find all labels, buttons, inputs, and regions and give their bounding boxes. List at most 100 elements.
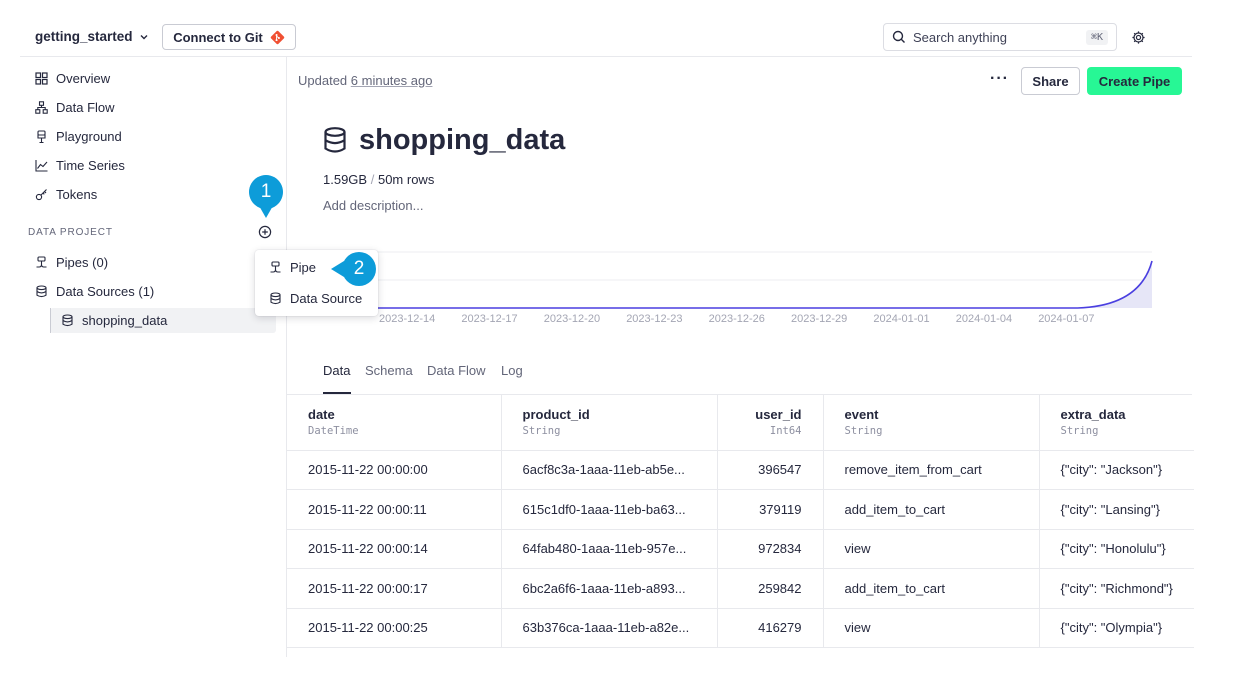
cell-product-id: 64fab480-1aaa-11eb-957e... (501, 529, 718, 569)
git-icon (270, 30, 285, 45)
column-header-event[interactable]: event String (823, 395, 1040, 451)
cell-product-id: 6bc2a6f6-1aaa-11eb-a893... (501, 568, 718, 609)
search-shortcut: ⌘K (1085, 29, 1108, 45)
header-divider (20, 56, 1192, 57)
cell-date: 2015-11-22 00:00:11 (287, 489, 502, 530)
sidebar-item-label: Overview (56, 70, 111, 86)
page-title: shopping_data (323, 124, 565, 157)
cell-user-id: 396547 (717, 450, 824, 490)
table-header-row: date DateTime product_id String user_id Int… (287, 395, 1194, 451)
cell-user-id: 259842 (717, 568, 824, 609)
gear-icon[interactable] (1131, 30, 1146, 45)
tab-data-flow[interactable]: Data Flow (427, 363, 486, 378)
sidebar-item-label: Tokens (56, 186, 98, 202)
sidebar-item-overview[interactable]: Overview (35, 67, 110, 89)
cell-product-id: 6acf8c3a-1aaa-11eb-ab5e... (501, 450, 718, 490)
sidebar-item-pipes[interactable]: Pipes (0) (35, 251, 108, 273)
sidebar-item-label: shopping_data (82, 313, 168, 328)
sidebar-item-shopping-data[interactable]: shopping_data (50, 308, 276, 333)
cell-product-id: 63b376ca-1aaa-11eb-a82e... (501, 608, 718, 648)
page-title-text: shopping_data (359, 124, 566, 156)
cell-extra-data: {"city": "Lansing"} (1039, 489, 1194, 530)
chart-tick-label: 2023-12-23 (626, 313, 683, 325)
step-badge-2-label: 2 (353, 258, 365, 279)
search-icon (892, 30, 906, 44)
step-badge-1-label: 1 (260, 181, 272, 202)
project-selector[interactable]: getting_started (35, 29, 149, 44)
cell-user-id: 379119 (717, 489, 824, 530)
share-button[interactable]: Share (1021, 67, 1080, 95)
updated-time[interactable]: 6 minutes ago (351, 73, 433, 88)
chart-tick-label: 2023-12-14 (379, 313, 436, 325)
tab-log[interactable]: Log (501, 363, 523, 378)
updated-info: Updated 6 minutes ago (298, 73, 432, 88)
chart-tick-label: 2023-12-26 (708, 313, 765, 325)
database-icon (269, 291, 282, 305)
column-type: String (844, 425, 883, 438)
connect-git-button[interactable]: Connect to Git (162, 24, 296, 50)
column-header-date[interactable]: date DateTime (287, 395, 502, 451)
cell-event: add_item_to_cart (823, 568, 1040, 609)
table-row[interactable]: 2015-11-22 00:00:25 63b376ca-1aaa-11eb-a… (287, 608, 1194, 648)
column-name: extra_data (1060, 407, 1126, 423)
search-input[interactable]: Search anything ⌘K (883, 23, 1117, 51)
cell-user-id: 416279 (717, 608, 824, 648)
chart-tick-label: 2024-01-04 (955, 313, 1013, 325)
sidebar-item-data-sources[interactable]: Data Sources (1) (35, 280, 154, 302)
menu-item-pipe[interactable]: Pipe (269, 256, 316, 278)
ingestion-chart (335, 251, 1153, 309)
sidebar-item-playground[interactable]: Playground (35, 125, 122, 147)
datasource-meta: 1.59GB / 50m rows (323, 172, 434, 187)
column-header-user-id[interactable]: user_id Int64 (717, 395, 824, 451)
column-header-product-id[interactable]: product_id String (501, 395, 718, 451)
sidebar-item-label: Pipes (0) (56, 254, 109, 270)
sidebar-item-label: Playground (56, 128, 122, 144)
column-type: String (522, 425, 561, 438)
chart-tick-label: 2023-12-17 (461, 313, 518, 325)
meta-separator: / (370, 172, 375, 187)
sidebar-item-label: Data Sources (1) (56, 283, 155, 299)
tab-data[interactable]: Data (323, 363, 350, 378)
table-row[interactable]: 2015-11-22 00:00:14 64fab480-1aaa-11eb-9… (287, 529, 1194, 569)
column-type: DateTime (308, 425, 359, 438)
column-type: Int64 (769, 425, 802, 438)
create-pipe-button[interactable]: Create Pipe (1087, 67, 1182, 95)
key-icon (35, 188, 48, 201)
datasource-rows: 50m rows (377, 172, 435, 187)
project-name: getting_started (35, 29, 133, 44)
sidebar-item-tokens[interactable]: Tokens (35, 183, 97, 205)
table-row[interactable]: 2015-11-22 00:00:00 6acf8c3a-1aaa-11eb-a… (287, 450, 1194, 490)
description-input[interactable]: Add description... (323, 198, 423, 213)
table-row[interactable]: 2015-11-22 00:00:17 6bc2a6f6-1aaa-11eb-a… (287, 568, 1194, 609)
cell-event: view (823, 529, 1040, 569)
chart-tick-label: 2024-01-07 (1038, 313, 1095, 325)
tree-line (50, 308, 51, 333)
add-resource-icon[interactable] (258, 225, 272, 239)
database-icon (323, 127, 347, 154)
datasource-size: 1.59GB (323, 172, 368, 187)
playground-icon (35, 129, 48, 143)
sidebar-item-time-series[interactable]: Time Series (35, 154, 125, 176)
chart-area (335, 261, 1152, 308)
section-title-data-project: DATA PROJECT (28, 227, 113, 238)
cell-date: 2015-11-22 00:00:00 (287, 450, 502, 490)
database-icon (35, 284, 48, 298)
search-placeholder: Search anything (913, 29, 1007, 45)
sidebar-item-data-flow[interactable]: Data Flow (35, 96, 115, 118)
column-name: user_id (755, 407, 802, 423)
column-type: String (1060, 425, 1099, 438)
grid-icon (35, 71, 48, 85)
cell-event: add_item_to_cart (823, 489, 1040, 530)
column-name: event (844, 407, 879, 423)
menu-item-label: Data Source (290, 290, 363, 306)
menu-item-data-source[interactable]: Data Source (269, 287, 362, 309)
more-options-icon[interactable]: ··· (990, 70, 1009, 88)
cell-extra-data: {"city": "Jackson"} (1039, 450, 1194, 490)
chart-tick-label: 2023-12-29 (791, 313, 848, 325)
pipe-icon (35, 255, 48, 269)
tab-schema[interactable]: Schema (365, 363, 413, 378)
table-row[interactable]: 2015-11-22 00:00:11 615c1df0-1aaa-11eb-b… (287, 489, 1194, 530)
chart-tick-label: 2023-12-20 (543, 313, 601, 325)
column-header-extra-data[interactable]: extra_data String (1039, 395, 1194, 451)
database-icon (61, 314, 74, 327)
